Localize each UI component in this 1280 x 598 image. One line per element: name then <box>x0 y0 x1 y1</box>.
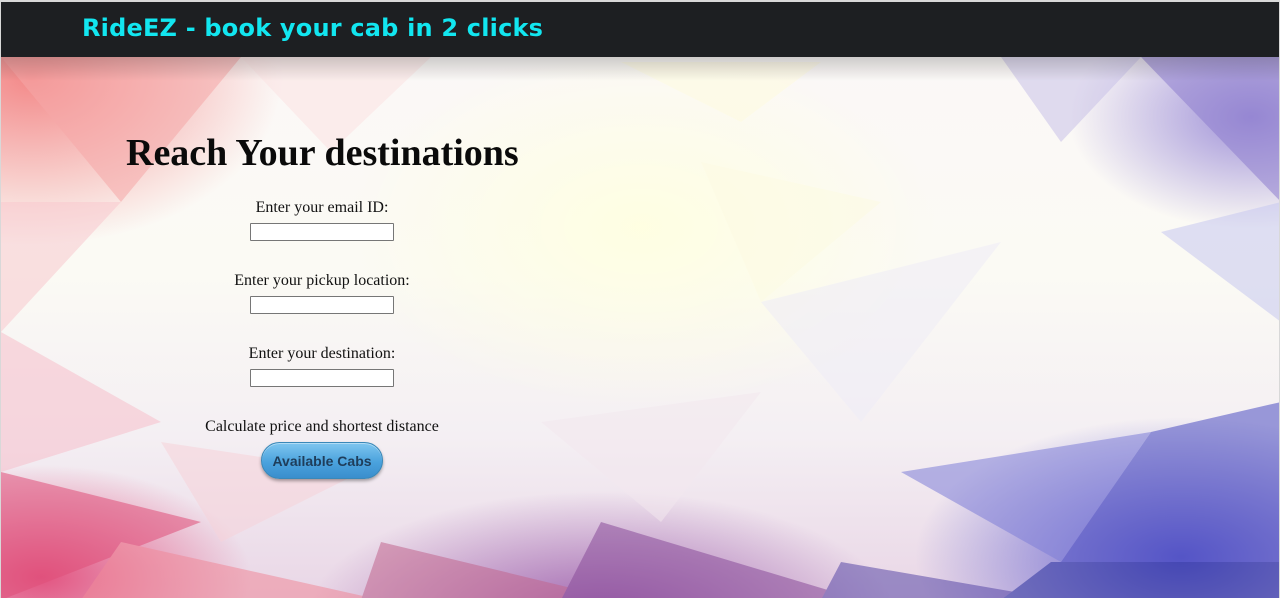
page-title: Reach Your destinations <box>126 132 519 174</box>
pickup-input[interactable] <box>250 296 394 314</box>
destination-label: Enter your destination: <box>248 345 396 362</box>
email-input[interactable] <box>250 223 394 241</box>
calculate-text: Calculate price and shortest distance <box>205 418 439 435</box>
available-cabs-button[interactable]: Available Cabs <box>261 442 383 479</box>
destination-input[interactable] <box>250 369 394 387</box>
email-label: Enter your email ID: <box>255 199 389 216</box>
pickup-label: Enter your pickup location: <box>234 272 410 289</box>
booking-form: Reach Your destinations Enter your email… <box>1 2 1279 598</box>
browser-viewport: RideEZ - book your cab in 2 clicks Reach… <box>0 0 1280 598</box>
